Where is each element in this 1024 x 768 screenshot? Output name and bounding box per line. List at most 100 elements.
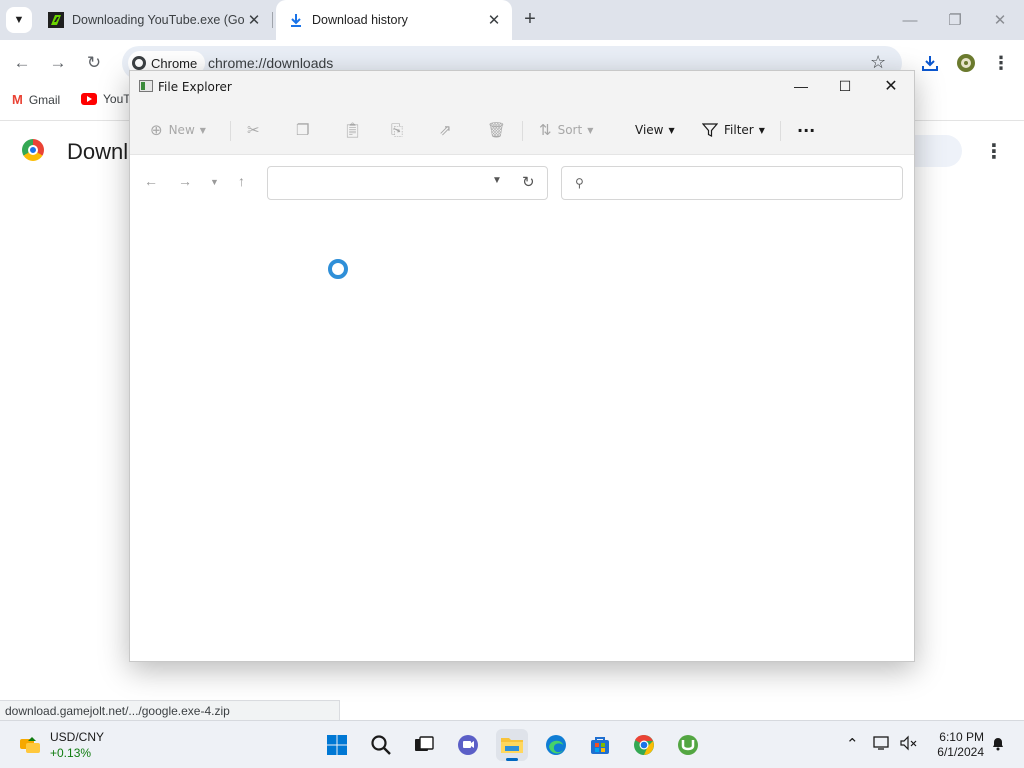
loading-spinner-icon — [328, 259, 348, 279]
back-arrow-icon[interactable]: ← — [144, 173, 158, 189]
new-tab-button[interactable]: + — [518, 8, 542, 32]
search-icon — [371, 735, 391, 755]
explorer-search-input[interactable]: ⚲ — [561, 166, 903, 200]
share-icon: ⇗ — [439, 121, 452, 139]
chevron-down-icon: ▼ — [758, 125, 765, 135]
chrome-icon — [132, 56, 146, 70]
tab-title: Download history — [312, 13, 408, 27]
close-window-icon[interactable]: ✕ — [978, 0, 1022, 40]
taskbar: USD/CNY +0.13% ⌃ 6:10 PM 6/1/2024 — [0, 720, 1024, 768]
cut-button[interactable]: ✂ — [247, 119, 266, 141]
navigation-row: ← → ▼ ↑ ▼ ↻ ⚲ — [130, 155, 914, 209]
downloads-icon[interactable] — [919, 52, 941, 74]
close-window-icon[interactable]: ✕ — [868, 71, 914, 101]
gmail-icon: M — [12, 92, 23, 107]
folder-icon — [501, 738, 523, 753]
explorer-address-bar[interactable]: ▼ ↻ — [267, 166, 548, 200]
bookmark-gmail[interactable]: M Gmail — [12, 92, 60, 107]
link-status-bubble: download.gamejolt.net/.../google.exe-4.z… — [0, 700, 340, 720]
recent-locations-chevron-icon[interactable]: ▼ — [210, 177, 219, 187]
copy-button[interactable]: ❐ — [296, 119, 315, 141]
funnel-icon — [702, 123, 718, 137]
task-view-icon — [415, 736, 434, 751]
show-hidden-icons-chevron-icon[interactable]: ⌃ — [846, 735, 859, 753]
command-bar: ⊕ New ▼ ✂ ❐ 📋︎ ⎘ ⇗ 🗑︎ ⇅ Sort ▼ View ▼ Fi… — [130, 105, 914, 155]
chevron-down-icon: ▼ — [199, 125, 206, 135]
extension-icon[interactable] — [955, 52, 977, 74]
start-button[interactable] — [321, 729, 353, 761]
chrome-icon — [634, 734, 654, 755]
bookmark-label: Gmail — [28, 92, 61, 107]
sort-button[interactable]: ⇅ Sort ▼ — [539, 119, 593, 141]
tab-title: Downloading YouTube.exe (Go — [72, 13, 244, 27]
chip-label: Chrome — [151, 55, 198, 71]
utorrent-button[interactable] — [672, 729, 704, 761]
restore-icon[interactable]: ❐ — [933, 0, 977, 40]
store-button[interactable] — [584, 729, 616, 761]
notification-bell-icon[interactable] — [990, 735, 1006, 751]
forward-arrow-icon[interactable]: → — [45, 50, 71, 76]
chrome-taskbar-button[interactable] — [628, 729, 660, 761]
network-icon[interactable] — [873, 735, 891, 751]
divider — [230, 121, 231, 141]
window-title: File Explorer — [158, 80, 232, 94]
ticker-name: USD/CNY — [50, 730, 105, 744]
tab-separator — [272, 12, 273, 28]
up-arrow-icon[interactable]: ↑ — [238, 173, 245, 189]
tab-download-history[interactable]: Download history ✕ — [276, 0, 512, 40]
gamejolt-favicon-icon — [48, 12, 64, 28]
chevron-down-icon: ▼ — [668, 125, 675, 135]
page-title: Downl — [67, 139, 129, 164]
tab-close-icon[interactable]: ✕ — [244, 10, 264, 30]
chat-icon — [458, 735, 478, 755]
chevron-down-icon: ▼ — [587, 125, 594, 135]
search-button[interactable] — [365, 729, 397, 761]
edge-icon — [546, 735, 566, 755]
system-clock[interactable]: 6:10 PM 6/1/2024 — [928, 730, 984, 760]
delete-button[interactable]: 🗑︎ — [487, 119, 512, 141]
back-arrow-icon[interactable]: ← — [9, 50, 35, 76]
copy-icon: ❐ — [296, 121, 310, 139]
file-explorer-icon — [139, 80, 153, 92]
page-menu-icon[interactable]: ⋮ — [984, 139, 1004, 164]
file-explorer-taskbar-button[interactable] — [496, 729, 528, 761]
tab-strip: ▼ Downloading YouTube.exe (Go ✕ Download… — [0, 0, 1024, 40]
edge-button[interactable] — [540, 729, 572, 761]
task-view-button[interactable] — [408, 729, 440, 761]
minimize-icon[interactable]: — — [888, 0, 932, 40]
refresh-icon[interactable]: ↻ — [522, 173, 535, 191]
forward-arrow-icon[interactable]: → — [178, 173, 192, 189]
trash-icon: 🗑︎ — [487, 121, 507, 139]
tab-search-button[interactable]: ▼ — [6, 7, 32, 33]
scissors-icon: ✂ — [247, 121, 260, 139]
sort-arrows-icon: ⇅ — [539, 121, 552, 139]
currency-widget-icon[interactable] — [18, 733, 42, 757]
reload-icon[interactable]: ↻ — [81, 50, 107, 76]
more-label: ··· — [797, 120, 816, 140]
share-button[interactable]: ⇗ — [439, 119, 458, 141]
more-options-button[interactable]: ··· — [797, 119, 815, 141]
youtube-icon — [81, 93, 97, 105]
view-button[interactable]: View ▼ — [635, 119, 675, 141]
volume-muted-icon[interactable] — [900, 735, 918, 751]
filter-label: Filter — [724, 123, 754, 137]
rename-icon: ⎘ — [391, 121, 404, 139]
new-button[interactable]: ⊕ New ▼ — [150, 119, 206, 141]
teams-chat-button[interactable] — [452, 729, 484, 761]
explorer-title-bar[interactable]: File Explorer — ☐ ✕ — [130, 71, 914, 105]
search-icon: ⚲ — [575, 176, 584, 190]
tab-close-icon[interactable]: ✕ — [484, 10, 504, 30]
url-text: chrome://downloads — [208, 55, 334, 71]
minimize-icon[interactable]: — — [778, 71, 824, 101]
file-explorer-window: File Explorer — ☐ ✕ ⊕ New ▼ ✂ ❐ 📋︎ ⎘ ⇗ 🗑… — [129, 70, 915, 662]
clock-time: 6:10 PM — [939, 730, 984, 744]
maximize-icon[interactable]: ☐ — [822, 71, 868, 101]
store-icon — [591, 737, 609, 754]
filter-button[interactable]: Filter ▼ — [702, 119, 765, 141]
paste-button[interactable]: 📋︎ — [343, 119, 368, 141]
rename-button[interactable]: ⎘ — [391, 119, 409, 141]
chevron-down-icon[interactable]: ▼ — [492, 175, 502, 186]
windows-logo-icon — [327, 735, 347, 755]
tab-downloading-youtube[interactable]: Downloading YouTube.exe (Go ✕ — [36, 0, 272, 40]
menu-kebab-icon[interactable]: ⋮ — [990, 52, 1012, 74]
